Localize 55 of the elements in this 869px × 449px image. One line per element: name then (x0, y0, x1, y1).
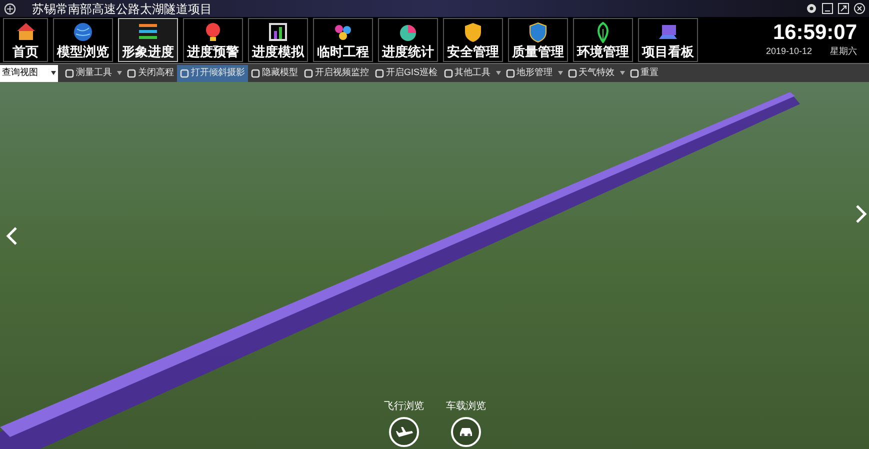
tool-icon (180, 68, 189, 78)
minimize-icon[interactable] (822, 3, 833, 14)
close-icon[interactable] (854, 3, 865, 14)
toolbar-button[interactable]: 其他工具 (440, 64, 494, 82)
toolbar-button[interactable]: 开启视频监控 (301, 64, 372, 82)
tool-icon (444, 68, 453, 78)
nav-tab[interactable]: 进度模拟 (248, 18, 308, 62)
chart-icon (267, 21, 289, 43)
maximize-icon[interactable] (838, 3, 849, 14)
shield-icon (462, 21, 484, 43)
clock-date: 2019-10-12 (766, 45, 812, 58)
tool-icon (251, 68, 260, 78)
logo-icon (4, 2, 16, 14)
house-icon (14, 21, 36, 43)
nav-tab[interactable]: 进度预警 (183, 18, 243, 62)
nav-tab[interactable]: 进度统计 (378, 18, 438, 62)
tool-icon (127, 68, 136, 78)
tool-icon (630, 68, 639, 78)
car-icon (460, 428, 472, 436)
toolbar-button[interactable]: 地形管理 (502, 64, 556, 82)
view-dropdown[interactable]: 查询视图 (0, 64, 58, 82)
aerial-map-photo[interactable]: 飞行浏览 车载浏览 (0, 82, 869, 449)
toolbar-button[interactable]: 开启GIS巡检 (372, 64, 441, 82)
window-title: 苏锡常南部高速公路太湖隧道项目 (32, 0, 212, 18)
tool-icon (375, 68, 384, 78)
toolbar-button[interactable]: 隐藏模型 (248, 64, 301, 82)
settings-icon[interactable] (806, 3, 817, 14)
nav-tab[interactable]: 质量管理 (508, 18, 568, 62)
shield-icon (527, 21, 549, 43)
nav-tab[interactable]: 环境管理 (573, 18, 633, 62)
globe-icon (72, 21, 94, 43)
toolbar-button[interactable]: 关闭高程 (124, 64, 177, 82)
toolbar-button[interactable]: 打开倾斜摄影 (177, 64, 248, 82)
nav-tab[interactable]: 形象进度 (118, 18, 178, 62)
clock-time: 16:59:07 (772, 21, 857, 46)
tool-icon (304, 68, 313, 78)
tool-icon (506, 68, 515, 78)
clock-weekday: 星期六 (830, 45, 857, 58)
car-mode-button[interactable] (451, 417, 481, 447)
nav-tab[interactable]: 安全管理 (443, 18, 503, 62)
plane-mode-button[interactable] (389, 417, 419, 447)
plane-icon (396, 427, 412, 437)
toolbar-button[interactable]: 重置 (626, 64, 662, 82)
tool-icon (65, 68, 74, 78)
browse-mode-label: 车载浏览 (446, 400, 486, 414)
toolbar-button[interactable]: 测量工具 (62, 64, 115, 82)
nav-tab[interactable]: 模型浏览 (53, 18, 113, 62)
caret-icon[interactable] (51, 71, 56, 75)
tool-icon (568, 68, 577, 78)
nav-tab[interactable]: 项目看板 (638, 18, 698, 62)
next-arrow-button[interactable] (855, 204, 867, 224)
toolbar-button[interactable]: 天气特效 (564, 64, 618, 82)
browse-mode-label: 飞行浏览 (384, 400, 424, 414)
nav-tab[interactable]: 首页 (3, 18, 48, 62)
nav-tab[interactable]: 临时工程 (313, 18, 373, 62)
